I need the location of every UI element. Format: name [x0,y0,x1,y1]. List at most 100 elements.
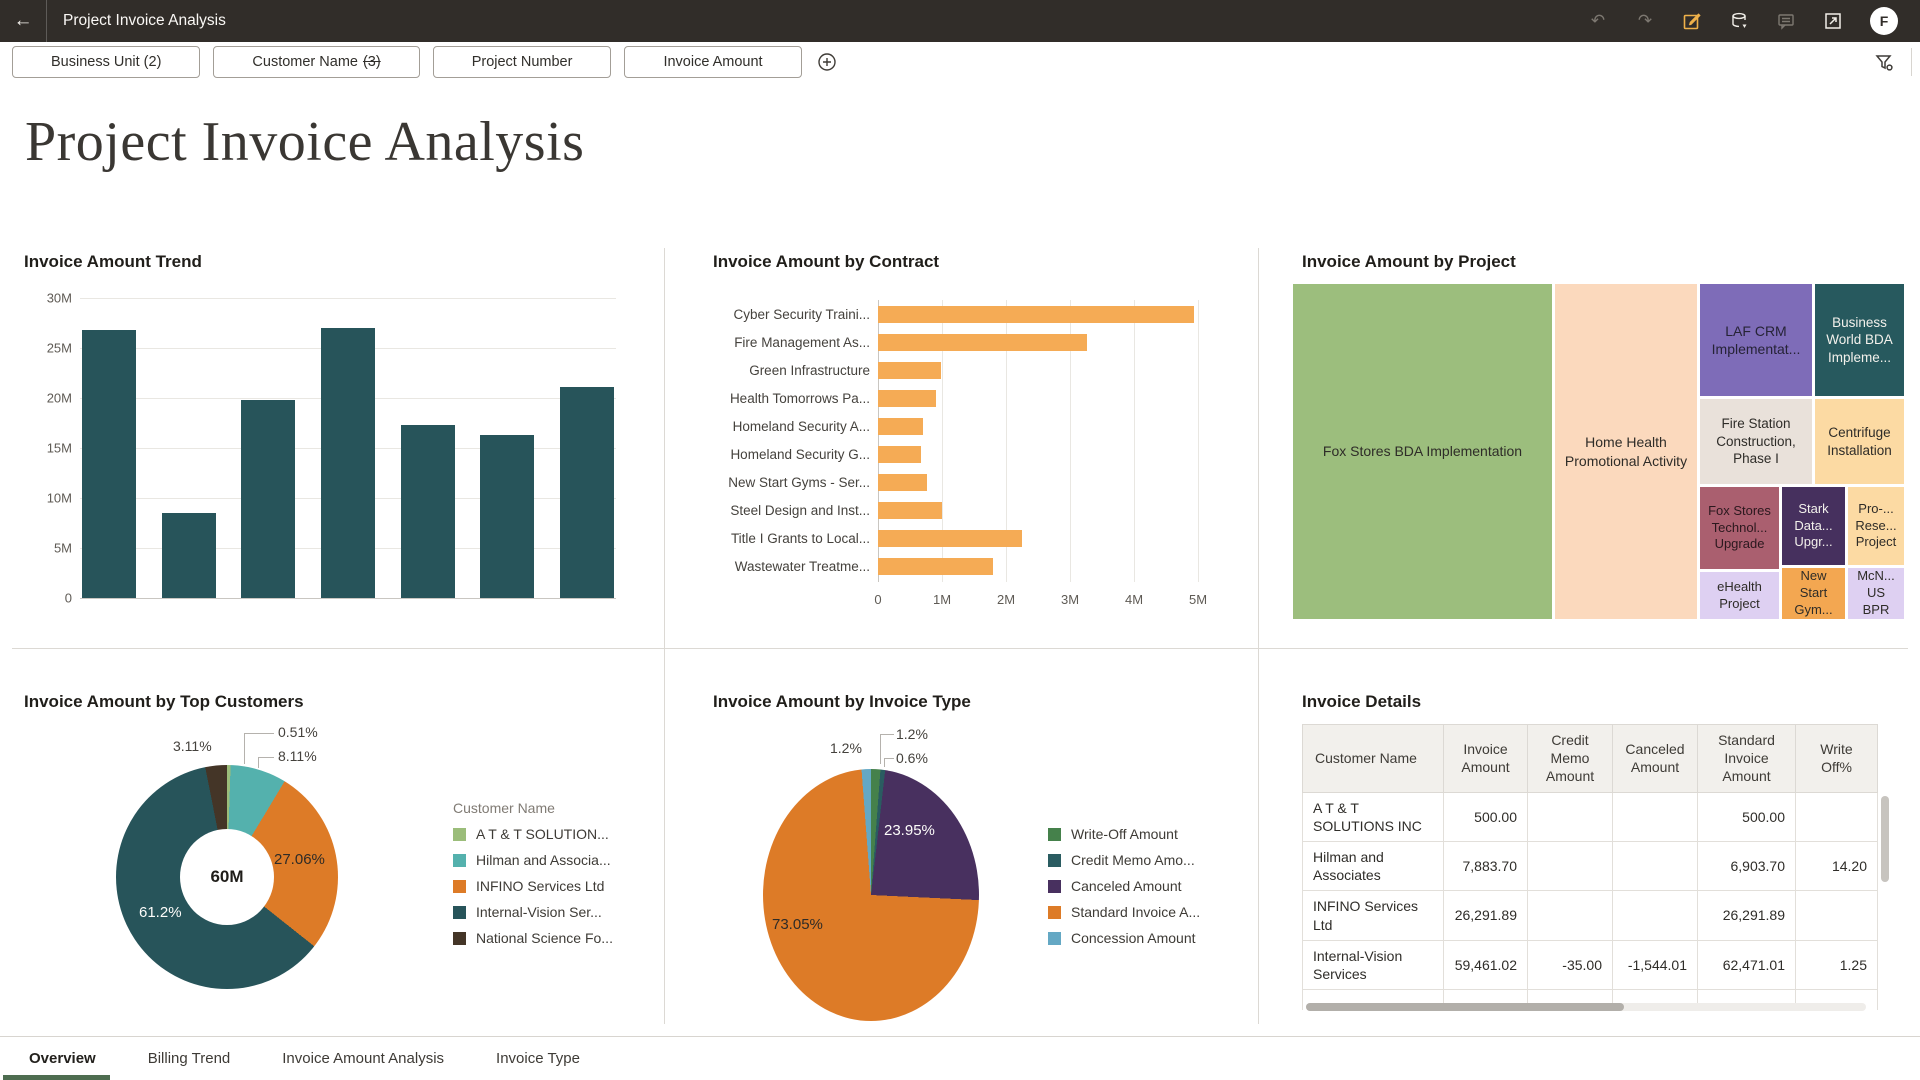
treemap-tile[interactable]: LAF CRM Implementat... [1699,283,1813,397]
category-label: Steel Design and Inst... [700,503,878,518]
donut-center-label: 60M [180,829,274,925]
treemap-tile[interactable]: Pro-... Rese... Project [1847,486,1905,566]
legend-swatch [453,906,466,919]
filter-chip[interactable]: Customer Name(3) [213,46,419,78]
amount-cell [1613,841,1698,890]
column-header[interactable]: Write Off% [1796,725,1878,793]
treemap-tile[interactable]: Centrifuge Installation [1814,398,1905,485]
vertical-scrollbar[interactable] [1881,796,1889,882]
bar[interactable] [162,513,216,598]
treemap-tile[interactable]: Fox Stores BDA Implementation [1292,283,1553,620]
bar[interactable] [878,530,1022,547]
column-header[interactable]: Invoice Amount [1444,725,1528,793]
customer-name-cell: Hilman and Associates [1303,841,1444,890]
bar[interactable] [401,425,455,598]
tab-overview[interactable]: Overview [29,1037,96,1080]
pie-chart[interactable] [763,769,979,1021]
category-label: Green Infrastructure [700,363,878,378]
tab-billing-trend[interactable]: Billing Trend [148,1037,231,1080]
funnel-gear-icon[interactable] [1874,52,1895,73]
treemap-tile[interactable]: Stark Data... Upgr... [1781,486,1846,566]
treemap-tile[interactable]: Business World BDA Impleme... [1814,283,1905,397]
bar[interactable] [878,334,1087,351]
back-button[interactable]: ← [0,0,47,42]
tab-invoice-amount-analysis[interactable]: Invoice Amount Analysis [282,1037,444,1080]
filter-chip[interactable]: Business Unit (2) [12,46,200,78]
amount-cell [1613,792,1698,841]
table-row[interactable]: Internal-Vision Services59,461.02-35.00-… [1303,940,1878,989]
invoice-details-panel: Invoice Details Customer NameInvoice Amo… [1292,660,1908,1024]
category-label: Homeland Security A... [700,419,878,434]
divider [12,648,1908,649]
treemap-tile[interactable]: eHealth Project [1699,571,1780,620]
bar[interactable] [878,474,927,491]
horizontal-scrollbar-thumb[interactable] [1306,1003,1624,1011]
treemap-tile[interactable]: Fox Stores Technol... Upgrade [1699,486,1780,570]
bar[interactable] [878,362,941,379]
legend-item[interactable]: A T & T SOLUTION... [453,826,613,842]
open-in-window-icon[interactable] [1823,11,1843,31]
amount-cell: 26,291.89 [1698,891,1796,940]
column-header[interactable]: Customer Name [1303,725,1444,793]
bar[interactable] [878,446,921,463]
x-axis-tick: 5M [1189,592,1207,607]
topbar-actions: ↶ ↷ F [1588,7,1898,35]
table-row[interactable]: INFINO Services Ltd26,291.8926,291.89 [1303,891,1878,940]
redo-icon[interactable]: ↷ [1635,11,1655,31]
column-header[interactable]: Standard Invoice Amount [1698,725,1796,793]
table-row[interactable]: Hilman and Associates7,883.706,903.7014.… [1303,841,1878,890]
legend-item[interactable]: Write-Off Amount [1048,826,1200,842]
bar[interactable] [560,387,614,598]
donut-chart[interactable]: 60M [116,765,338,989]
filter-chip[interactable]: Project Number [433,46,612,78]
slice-label: 27.06% [274,851,325,868]
treemap-tile[interactable]: New Start Gym... [1781,567,1846,620]
legend-item[interactable]: National Science Fo... [453,930,613,946]
undo-icon[interactable]: ↶ [1588,11,1608,31]
comment-icon[interactable] [1776,11,1796,31]
leader-line [884,758,885,767]
tab-invoice-type[interactable]: Invoice Type [496,1037,580,1080]
column-header[interactable]: Canceled Amount [1613,725,1698,793]
bar[interactable] [878,418,923,435]
legend-item[interactable]: Hilman and Associa... [453,852,613,868]
filter-chip[interactable]: Invoice Amount [624,46,801,78]
bar[interactable] [241,400,295,598]
bar[interactable] [82,330,136,598]
top-bar: ← Project Invoice Analysis ↶ ↷ [0,0,1920,42]
legend-item[interactable]: INFINO Services Ltd [453,878,613,894]
x-axis-tick: 0 [874,592,881,607]
gridline [80,598,616,599]
x-axis-tick: 2M [997,592,1015,607]
legend-label: Hilman and Associa... [476,852,611,868]
bar[interactable] [480,435,534,598]
treemap-tile[interactable]: Home Health Promotional Activity [1554,283,1698,620]
add-filter-button[interactable] [816,51,838,73]
amount-cell [1796,891,1878,940]
bar[interactable] [878,390,936,407]
table-row[interactable]: A T & T SOLUTIONS INC500.00500.00 [1303,792,1878,841]
treemap-tile[interactable]: Fire Station Construction, Phase I [1699,398,1813,485]
slice-label: 23.95% [884,822,935,839]
legend-item[interactable]: Standard Invoice A... [1048,904,1200,920]
y-axis-tick: 25M [18,341,72,356]
chart-title: Invoice Amount by Invoice Type [713,692,971,712]
edit-icon[interactable] [1682,11,1702,31]
amount-cell: 26,291.89 [1444,891,1528,940]
avatar[interactable]: F [1870,7,1898,35]
horizontal-scrollbar-track[interactable] [1306,1003,1866,1011]
data-refresh-icon[interactable] [1729,11,1749,31]
contract-row: Cyber Security Traini... [700,300,1210,328]
treemap-tile[interactable]: McN... US BPR [1847,567,1905,620]
legend-item[interactable]: Concession Amount [1048,930,1200,946]
bar[interactable] [878,502,942,519]
bar[interactable] [878,558,993,575]
legend-item[interactable]: Internal-Vision Ser... [453,904,613,920]
leader-line [258,757,259,768]
column-header[interactable]: Credit Memo Amount [1528,725,1613,793]
divider [1258,248,1259,1024]
legend-item[interactable]: Credit Memo Amo... [1048,852,1200,868]
bar[interactable] [878,306,1194,323]
bar[interactable] [321,328,375,598]
legend-item[interactable]: Canceled Amount [1048,878,1200,894]
